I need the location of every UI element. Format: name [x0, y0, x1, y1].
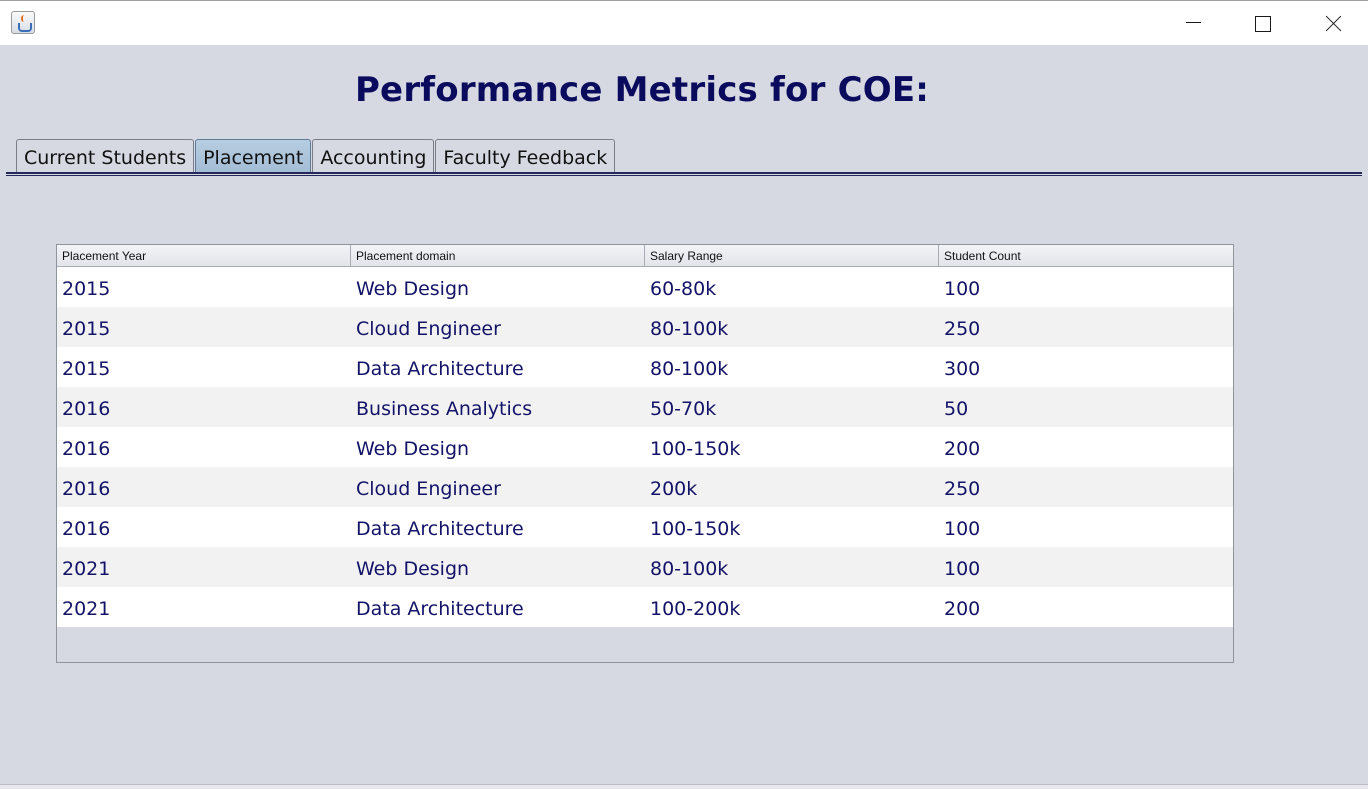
cell-count[interactable]: 200: [939, 427, 1231, 467]
tab-placement[interactable]: Placement: [195, 139, 312, 173]
cell-year[interactable]: 2021: [57, 587, 351, 627]
cell-domain[interactable]: Cloud Engineer: [351, 467, 645, 507]
cell-year[interactable]: 2016: [57, 387, 351, 427]
cell-salary[interactable]: 50-70k: [645, 387, 939, 427]
cell-domain[interactable]: Web Design: [351, 267, 645, 307]
cell-domain[interactable]: Business Analytics: [351, 387, 645, 427]
cell-salary[interactable]: 200k: [645, 467, 939, 507]
cell-year[interactable]: 2015: [57, 347, 351, 387]
window-bottom-edge: [0, 784, 1368, 789]
table-row[interactable]: 2016 Data Architecture 100-150k 100: [57, 507, 1233, 547]
tab-bar: Current Students Placement Accounting Fa…: [16, 139, 616, 173]
cell-salary[interactable]: 80-100k: [645, 347, 939, 387]
cell-salary[interactable]: 80-100k: [645, 307, 939, 347]
cell-domain[interactable]: Data Architecture: [351, 347, 645, 387]
close-button[interactable]: [1310, 1, 1356, 45]
table-row[interactable]: 2015 Web Design 60-80k 100: [57, 267, 1233, 307]
placement-table[interactable]: Placement Year Placement domain Salary R…: [56, 244, 1234, 663]
cell-count[interactable]: 100: [939, 507, 1231, 547]
cell-count[interactable]: 100: [939, 547, 1231, 587]
cell-year[interactable]: 2015: [57, 307, 351, 347]
page-title: Performance Metrics for COE:: [354, 70, 930, 110]
column-header-student-count[interactable]: Student Count: [939, 245, 1231, 266]
column-header-salary-range[interactable]: Salary Range: [645, 245, 939, 266]
table-row[interactable]: 2015 Data Architecture 80-100k 300: [57, 347, 1233, 387]
cell-year[interactable]: 2016: [57, 467, 351, 507]
cell-domain[interactable]: Data Architecture: [351, 587, 645, 627]
cell-salary[interactable]: 80-100k: [645, 547, 939, 587]
minimize-button[interactable]: [1170, 1, 1216, 45]
cell-salary[interactable]: 100-200k: [645, 587, 939, 627]
window-title-bar: [0, 0, 1368, 45]
cell-salary[interactable]: 100-150k: [645, 507, 939, 547]
cell-year[interactable]: 2015: [57, 267, 351, 307]
cell-salary[interactable]: 100-150k: [645, 427, 939, 467]
column-header-placement-domain[interactable]: Placement domain: [351, 245, 645, 266]
table-row[interactable]: 2016 Web Design 100-150k 200: [57, 427, 1233, 467]
cell-count[interactable]: 300: [939, 347, 1231, 387]
java-cup-icon[interactable]: [11, 11, 35, 34]
table-header: Placement Year Placement domain Salary R…: [57, 245, 1233, 267]
maximize-button[interactable]: [1239, 1, 1285, 45]
cell-count[interactable]: 250: [939, 467, 1231, 507]
column-header-placement-year[interactable]: Placement Year: [57, 245, 351, 266]
cell-count[interactable]: 50: [939, 387, 1231, 427]
table-body: 2015 Web Design 60-80k 100 2015 Cloud En…: [57, 267, 1233, 627]
table-row[interactable]: 2015 Cloud Engineer 80-100k 250: [57, 307, 1233, 347]
cell-year[interactable]: 2016: [57, 427, 351, 467]
cell-salary[interactable]: 60-80k: [645, 267, 939, 307]
cell-year[interactable]: 2016: [57, 507, 351, 547]
table-row[interactable]: 2021 Web Design 80-100k 100: [57, 547, 1233, 587]
cell-count[interactable]: 250: [939, 307, 1231, 347]
cell-domain[interactable]: Web Design: [351, 547, 645, 587]
cell-count[interactable]: 200: [939, 587, 1231, 627]
table-row[interactable]: 2016 Business Analytics 50-70k 50: [57, 387, 1233, 427]
table-row[interactable]: 2016 Cloud Engineer 200k 250: [57, 467, 1233, 507]
cell-count[interactable]: 100: [939, 267, 1231, 307]
tab-faculty-feedback[interactable]: Faculty Feedback: [435, 139, 616, 173]
cell-domain[interactable]: Data Architecture: [351, 507, 645, 547]
cell-domain[interactable]: Web Design: [351, 427, 645, 467]
tab-accounting[interactable]: Accounting: [312, 139, 435, 173]
table-row[interactable]: 2021 Data Architecture 100-200k 200: [57, 587, 1233, 627]
cell-year[interactable]: 2021: [57, 547, 351, 587]
cell-domain[interactable]: Cloud Engineer: [351, 307, 645, 347]
tab-content-divider: [6, 172, 1362, 176]
tab-current-students[interactable]: Current Students: [16, 139, 195, 173]
